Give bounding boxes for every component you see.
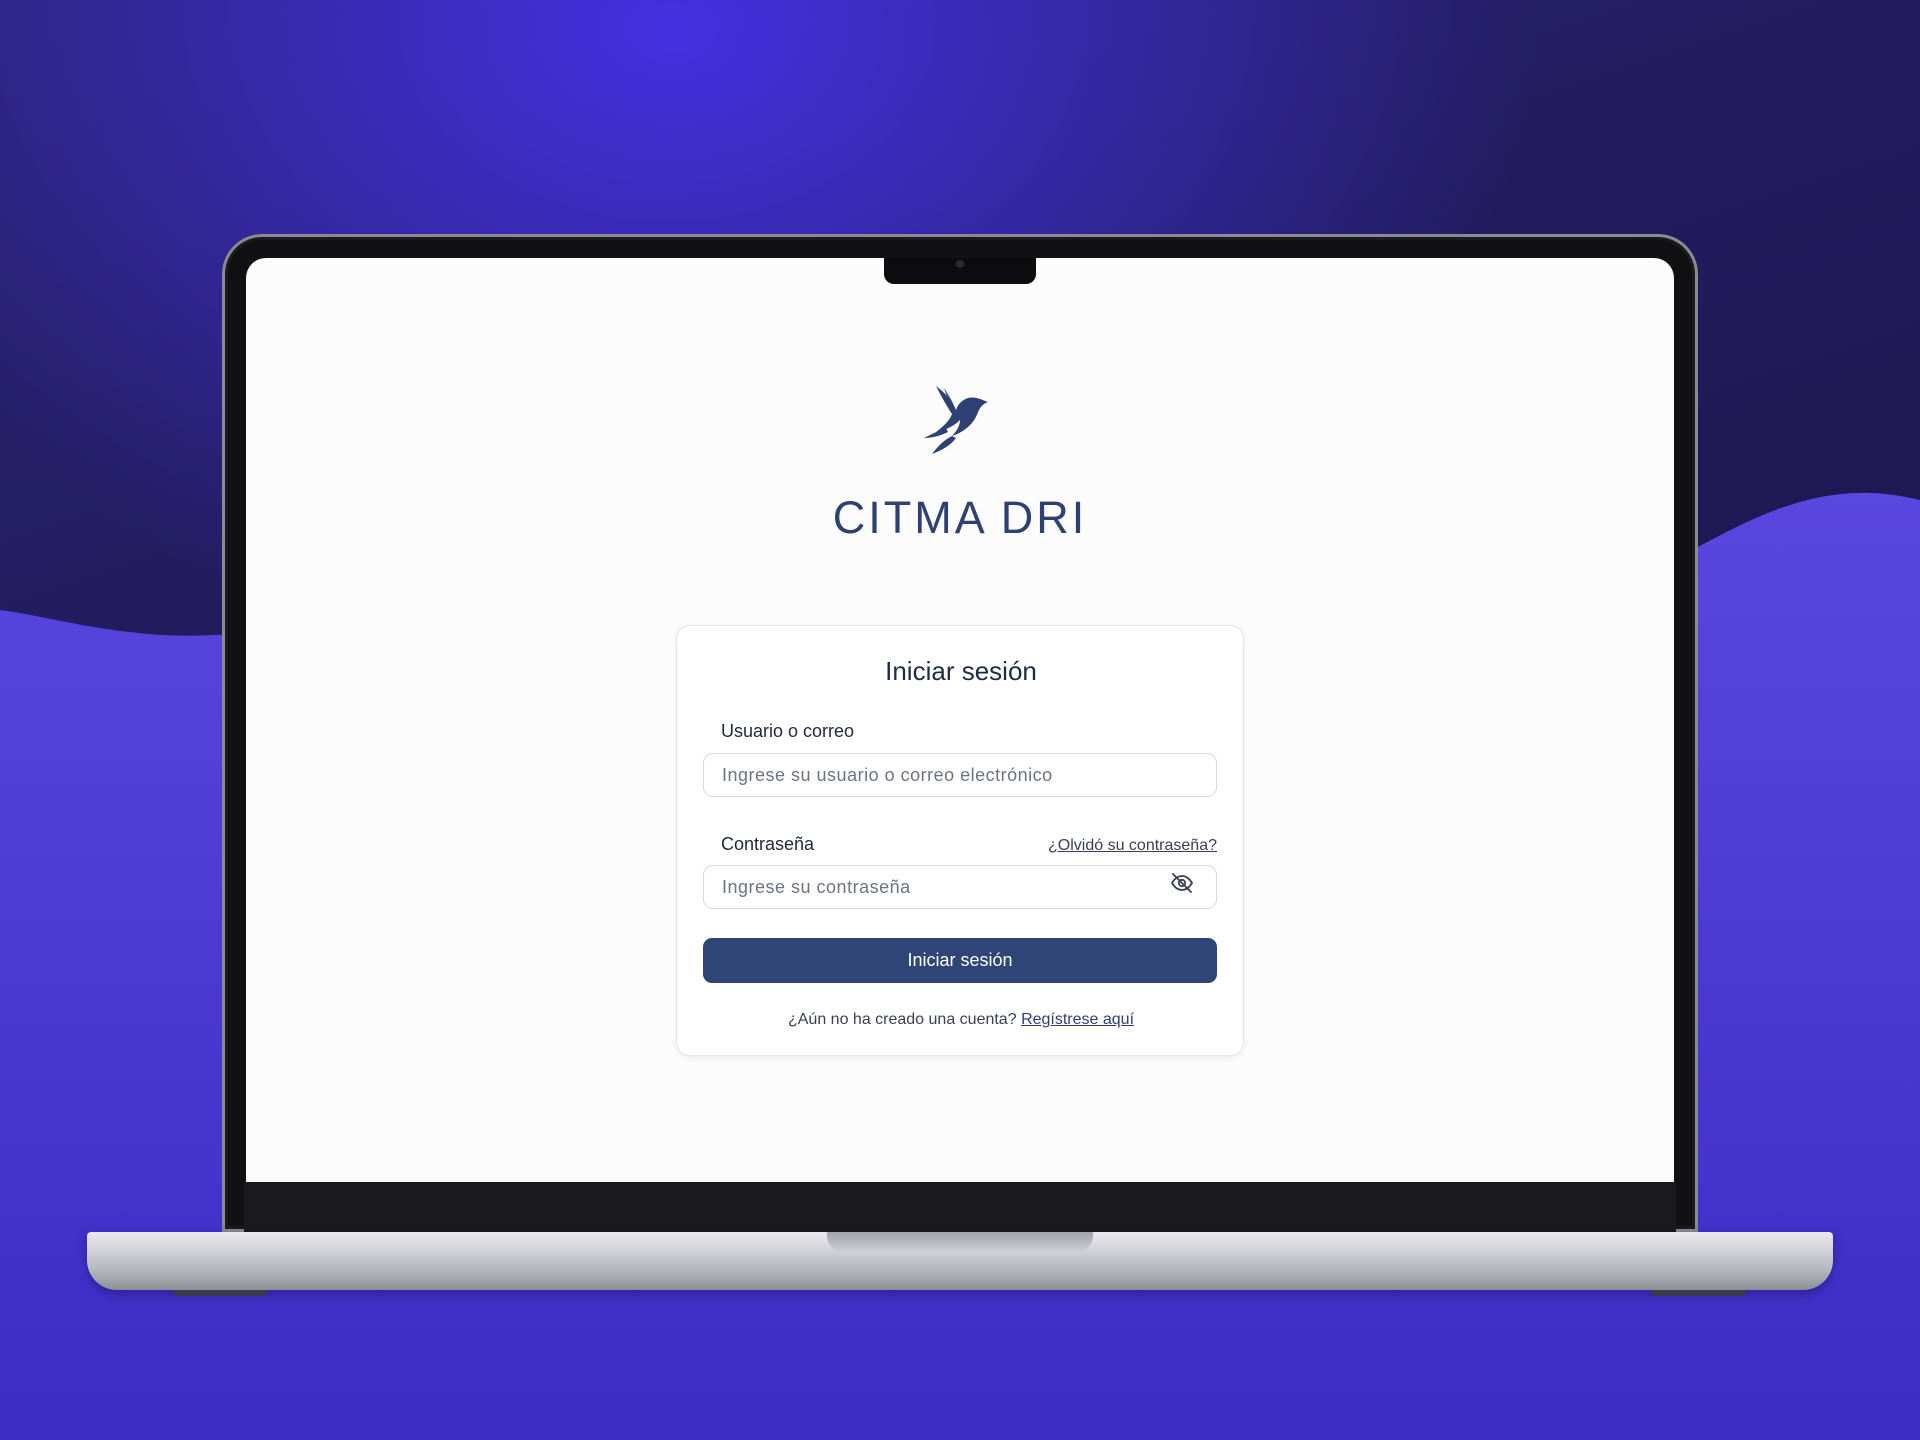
signup-row: ¿Aún no ha creado una cuenta? Regístrese…: [677, 1011, 1245, 1029]
username-label: Usuario o correo: [721, 721, 855, 741]
bird-logo-icon: [924, 386, 988, 454]
app-title: CITMA DRI: [832, 492, 1088, 543]
eye-off-icon[interactable]: [1169, 870, 1195, 896]
password-label: Contraseña: [721, 834, 815, 854]
username-input[interactable]: [703, 753, 1217, 797]
password-input[interactable]: [703, 865, 1217, 909]
camera-icon: [956, 260, 964, 268]
login-card: Iniciar sesión Usuario o correo Contrase…: [676, 625, 1244, 1056]
laptop-opening-groove: [827, 1232, 1093, 1252]
login-submit-button[interactable]: Iniciar sesión: [703, 938, 1217, 983]
forgot-password-link[interactable]: ¿Olvidó su contraseña?: [1048, 837, 1217, 855]
laptop-bezel-bottom: [244, 1182, 1676, 1232]
laptop-foot-right: [1650, 1290, 1746, 1296]
login-heading: Iniciar sesión: [885, 656, 1037, 686]
signup-prompt: ¿Aún no ha creado una cuenta?: [787, 1011, 1017, 1028]
laptop-foot-left: [172, 1290, 268, 1296]
signup-link[interactable]: Regístrese aquí: [1021, 1011, 1134, 1028]
